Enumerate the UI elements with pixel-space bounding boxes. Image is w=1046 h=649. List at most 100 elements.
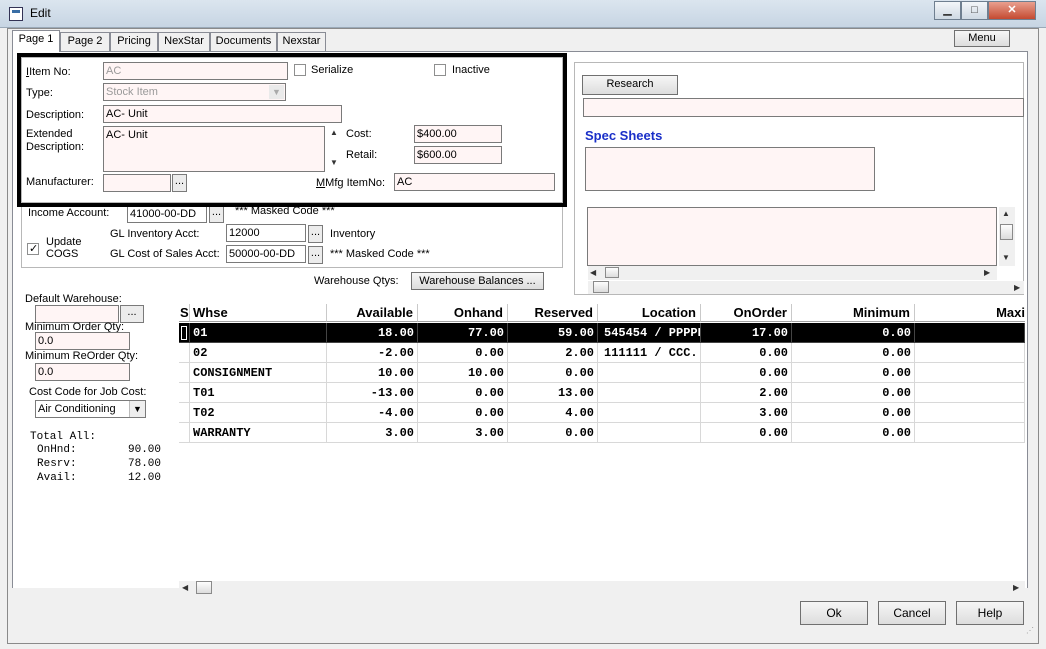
cell-available[interactable]: -2.00	[327, 343, 418, 363]
cell-onhand[interactable]: 0.00	[418, 383, 508, 403]
scroll-right-icon[interactable]: ▶	[984, 268, 990, 277]
scroll-thumb[interactable]	[196, 581, 212, 594]
cell-available[interactable]: -13.00	[327, 383, 418, 403]
warehouse-balances-button[interactable]: Warehouse Balances ...	[411, 272, 544, 290]
cell-reserved[interactable]: 4.00	[508, 403, 598, 423]
cell-location[interactable]: 545454 / PPPPP	[598, 323, 701, 343]
column-header-available[interactable]: Available	[327, 304, 418, 322]
cell-onorder[interactable]: 0.00	[701, 423, 792, 443]
cell-onhand[interactable]: 3.00	[418, 423, 508, 443]
cell-reserved[interactable]: 0.00	[508, 423, 598, 443]
scroll-right-icon[interactable]: ▶	[1013, 583, 1019, 592]
cell-maximum[interactable]	[915, 323, 1025, 343]
income-account-lookup-button[interactable]: ...	[209, 205, 224, 223]
column-header-s[interactable]: S	[179, 304, 190, 322]
cell-reserved[interactable]: 59.00	[508, 323, 598, 343]
spec-sheets-box[interactable]	[585, 147, 875, 191]
minimum-order-field[interactable]: 0.0	[35, 332, 130, 350]
tab-pricing[interactable]: Pricing	[110, 32, 158, 51]
research-button[interactable]: Research	[582, 75, 678, 95]
cell-location[interactable]	[598, 383, 701, 403]
notes-box[interactable]	[587, 207, 997, 266]
cell-maximum[interactable]	[915, 343, 1025, 363]
minimize-button[interactable]: ▁	[934, 1, 961, 20]
cell-whse[interactable]: 01	[190, 323, 327, 343]
tab-page-2[interactable]: Page 2	[60, 32, 110, 51]
cell-location[interactable]	[598, 363, 701, 383]
tab-nexstar[interactable]: NexStar	[158, 32, 210, 51]
cell-whse[interactable]: WARRANTY	[190, 423, 327, 443]
tab-nexstar-2[interactable]: Nexstar	[277, 32, 326, 51]
minimum-reorder-field[interactable]: 0.0	[35, 363, 130, 381]
cell-available[interactable]: 18.00	[327, 323, 418, 343]
cell-minimum[interactable]: 0.00	[792, 423, 915, 443]
cell-minimum[interactable]: 0.00	[792, 343, 915, 363]
help-button[interactable]: Help	[956, 601, 1024, 625]
table-row[interactable]: WARRANTY 3.00 3.00 0.00 0.00 0.00	[179, 423, 1025, 443]
cell-whse[interactable]: CONSIGNMENT	[190, 363, 327, 383]
close-button[interactable]: ✕	[988, 1, 1036, 20]
scroll-left-icon[interactable]: ◀	[590, 268, 596, 277]
cell-onorder[interactable]: 3.00	[701, 403, 792, 423]
cell-row-selector[interactable]	[179, 363, 190, 383]
scroll-right-icon[interactable]: ▶	[1014, 283, 1020, 292]
cell-onorder[interactable]: 2.00	[701, 383, 792, 403]
menu-button[interactable]: Menu	[954, 30, 1010, 47]
panel-horizontal-scrollbar[interactable]: ▶	[588, 281, 1024, 294]
cell-maximum[interactable]	[915, 383, 1025, 403]
cell-row-selector[interactable]	[179, 383, 190, 403]
update-cogs-checkbox[interactable]: ✓	[27, 243, 39, 255]
cell-available[interactable]: 10.00	[327, 363, 418, 383]
column-header-location[interactable]: Location	[598, 304, 701, 322]
cell-maximum[interactable]	[915, 423, 1025, 443]
cell-onorder[interactable]: 17.00	[701, 323, 792, 343]
table-row[interactable]: T02 -4.00 0.00 4.00 3.00 0.00	[179, 403, 1025, 423]
notes-vertical-scrollbar[interactable]: ▲ ▼	[999, 207, 1015, 266]
cell-location[interactable]	[598, 423, 701, 443]
grid-horizontal-scrollbar[interactable]: ◀ ▶	[179, 581, 1025, 595]
maximize-button[interactable]: □	[961, 1, 988, 20]
cell-onhand[interactable]: 10.00	[418, 363, 508, 383]
ok-button[interactable]: Ok	[800, 601, 868, 625]
column-header-onhand[interactable]: Onhand	[418, 304, 508, 322]
scroll-down-icon[interactable]: ▼	[1002, 253, 1010, 262]
cell-onhand[interactable]: 0.00	[418, 343, 508, 363]
cell-location[interactable]	[598, 403, 701, 423]
scroll-thumb[interactable]	[605, 267, 619, 278]
cell-reserved[interactable]: 2.00	[508, 343, 598, 363]
gl-cost-of-sales-lookup-button[interactable]: ...	[308, 246, 323, 264]
gl-inventory-lookup-button[interactable]: ...	[308, 225, 323, 243]
cell-available[interactable]: 3.00	[327, 423, 418, 443]
income-account-field[interactable]: 41000-00-DD	[127, 205, 207, 223]
cell-maximum[interactable]	[915, 403, 1025, 423]
resize-grip-icon[interactable]: ⋰	[1026, 626, 1036, 636]
table-row[interactable]: 01 18.00 77.00 59.00 545454 / PPPPP 17.00 0.00	[179, 323, 1025, 343]
cell-whse[interactable]: T01	[190, 383, 327, 403]
cell-onhand[interactable]: 0.00	[418, 403, 508, 423]
table-row[interactable]: T01 -13.00 0.00 13.00 2.00 0.00	[179, 383, 1025, 403]
column-header-minimum[interactable]: Minimum	[792, 304, 915, 322]
tab-documents[interactable]: Documents	[210, 32, 277, 51]
cell-onorder[interactable]: 0.00	[701, 343, 792, 363]
gl-inventory-field[interactable]: 12000	[226, 224, 306, 242]
chevron-down-icon[interactable]: ▼	[129, 401, 145, 417]
cell-location[interactable]: 111111 / CCC...	[598, 343, 701, 363]
column-header-maximum[interactable]: Maxi	[915, 304, 1025, 322]
cell-row-selector[interactable]	[179, 403, 190, 423]
scroll-thumb[interactable]	[1000, 224, 1013, 240]
column-header-whse[interactable]: Whse	[190, 304, 327, 322]
cell-maximum[interactable]	[915, 363, 1025, 383]
table-row[interactable]: CONSIGNMENT 10.00 10.00 0.00 0.00 0.00	[179, 363, 1025, 383]
scroll-up-icon[interactable]: ▲	[1002, 209, 1010, 218]
notes-horizontal-scrollbar[interactable]: ◀ ▶	[588, 266, 997, 280]
cell-onorder[interactable]: 0.00	[701, 363, 792, 383]
cell-available[interactable]: -4.00	[327, 403, 418, 423]
cell-minimum[interactable]: 0.00	[792, 403, 915, 423]
scroll-left-icon[interactable]: ◀	[182, 583, 188, 592]
gl-cost-of-sales-field[interactable]: 50000-00-DD	[226, 245, 306, 263]
cell-reserved[interactable]: 0.00	[508, 363, 598, 383]
cell-minimum[interactable]: 0.00	[792, 323, 915, 343]
cell-minimum[interactable]: 0.00	[792, 383, 915, 403]
column-header-onorder[interactable]: OnOrder	[701, 304, 792, 322]
table-row[interactable]: 02-2.000.002.00111111 / CCC...0.000.00	[179, 343, 1025, 363]
